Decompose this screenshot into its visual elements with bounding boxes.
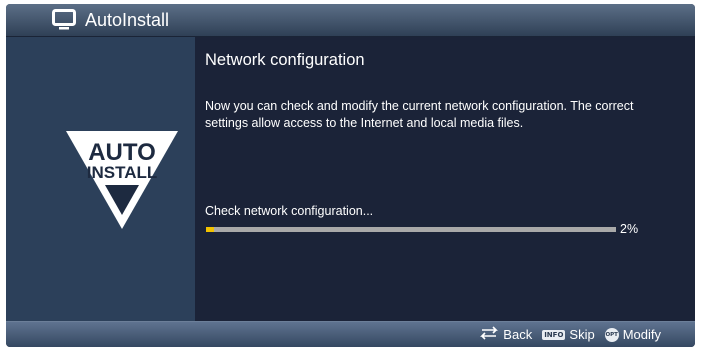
main-panel: Network configuration Now you can check … [195, 37, 695, 321]
progress-bar-fill [206, 227, 215, 232]
opt-key-icon[interactable]: OPT [604, 328, 619, 342]
tv-icon [52, 9, 76, 36]
progress-percent: 2% [620, 222, 639, 236]
autoinstall-screen: AutoInstall AUTO INSTALL Network configu… [6, 4, 695, 347]
back-button[interactable]: Back [503, 327, 532, 343]
footer-bar: Back INFO Skip OPT Modify [6, 321, 695, 347]
skip-button[interactable]: Skip [569, 327, 594, 343]
modify-button[interactable]: Modify [623, 327, 661, 343]
progress-bar [206, 227, 616, 232]
description-text: Now you can check and modify the current… [205, 99, 634, 130]
footer-actions: Back INFO Skip OPT Modify [479, 325, 661, 345]
info-key-icon[interactable]: INFO [542, 330, 566, 340]
back-arrows-icon[interactable] [479, 325, 499, 345]
sidebar: AUTO INSTALL [6, 37, 195, 321]
title-bar: AutoInstall [6, 4, 695, 37]
status-text: Check network configuration... [205, 204, 374, 218]
auto-install-logo: AUTO INSTALL [64, 128, 180, 237]
page-heading: Network configuration [205, 51, 365, 69]
logo-text-install: INSTALL [87, 163, 158, 182]
window-title: AutoInstall [85, 10, 170, 30]
logo-text-auto: AUTO [88, 139, 156, 166]
